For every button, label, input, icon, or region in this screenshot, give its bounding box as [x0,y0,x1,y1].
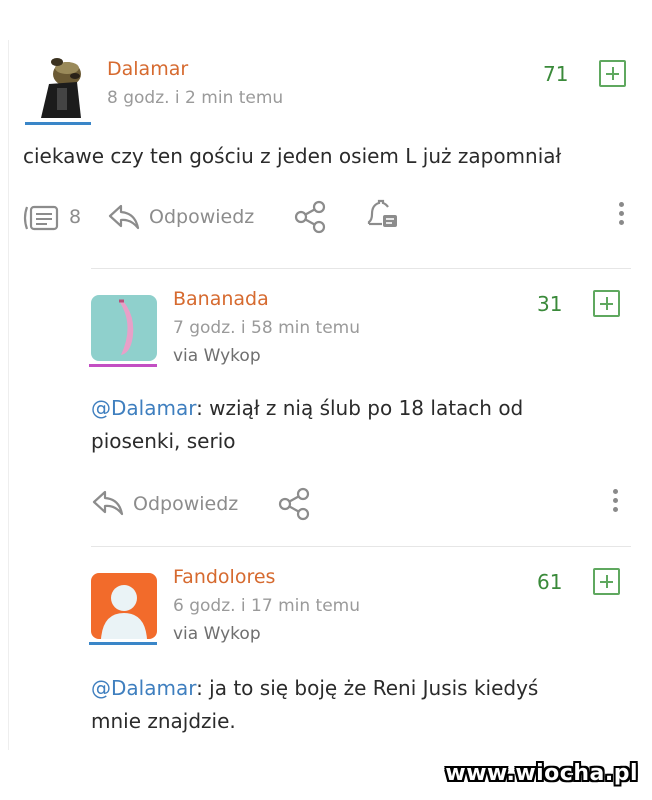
author-name[interactable]: Fandolores [173,566,275,588]
watermark: www.wiocha.pl [445,761,638,786]
timestamp: 6 godz. i 17 min temu [173,596,361,616]
divider [91,546,631,547]
comment-text: @Dalamar: wziął z nią ślub po 18 latach … [91,392,611,458]
more-options-button[interactable] [613,489,619,516]
reply-icon[interactable] [107,202,141,236]
avatar[interactable] [27,54,89,118]
avatar-underline [89,642,157,645]
avatar[interactable] [91,573,157,639]
author-name[interactable]: Bananada [173,288,269,310]
reply-icon[interactable] [91,488,125,522]
share-icon[interactable] [277,487,313,525]
upvote-button[interactable] [593,568,620,595]
upvote-button[interactable] [599,60,626,87]
timestamp: 7 godz. i 58 min temu [173,318,361,338]
via-source: via Wykop [173,346,261,366]
avatar[interactable] [91,295,157,361]
mention-link[interactable]: @Dalamar [91,396,196,420]
notification-bell-icon[interactable] [363,198,399,236]
comment-text-line2: mnie znajdzie. [91,709,236,733]
comments-count[interactable]: 8 [69,206,81,228]
default-user-avatar-icon [91,573,157,639]
banana-avatar-icon [91,295,157,361]
vote-count: 61 [537,570,563,594]
divider [91,268,631,269]
reply-button[interactable]: Odpowiedz [149,206,254,228]
vote-count: 31 [537,292,563,316]
comment-card: Dalamar 8 godz. i 2 min temu 71 ciekawe … [8,40,640,750]
comment-text-line1: : ja to się boję że Reni Jusis kiedyś [196,676,539,700]
comment-text-line1: : wziął z nią ślub po 18 latach od [196,396,524,420]
comment-text-line2: piosenki, serio [91,429,236,453]
mention-link[interactable]: @Dalamar [91,676,196,700]
comment-text: @Dalamar: ja to się boję że Reni Jusis k… [91,672,621,738]
author-name[interactable]: Dalamar [107,58,188,80]
comment-text: ciekawe czy ten gościu z jeden osiem L j… [23,144,562,168]
more-options-button[interactable] [619,202,625,229]
timestamp: 8 godz. i 2 min temu [107,88,284,108]
share-icon[interactable] [293,200,329,238]
reply-button[interactable]: Odpowiedz [133,493,238,515]
vote-count: 71 [543,62,569,86]
via-source: via Wykop [173,624,261,644]
upvote-button[interactable] [593,290,620,317]
avatar-underline [89,364,157,367]
avatar-underline [25,122,91,125]
dog-avatar-icon [41,58,81,118]
comments-icon[interactable] [21,204,69,236]
